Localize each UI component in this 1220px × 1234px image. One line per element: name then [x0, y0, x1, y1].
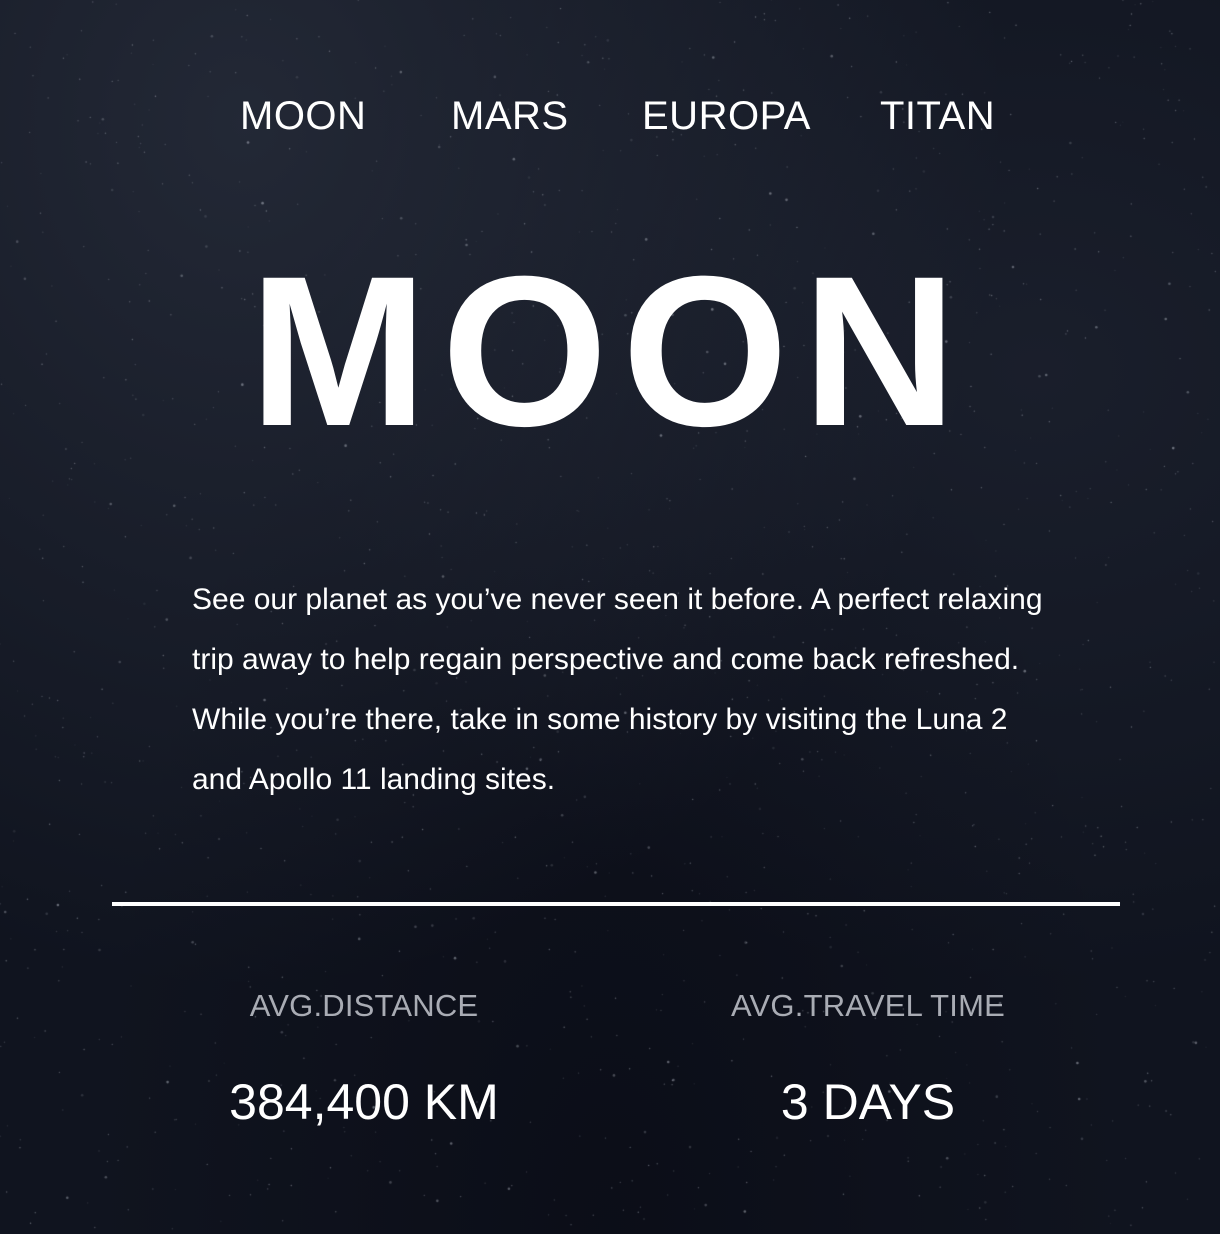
- tab-moon[interactable]: MOON: [240, 92, 366, 140]
- divider: [112, 902, 1120, 906]
- stat-travel-time: AVG.TRAVEL TIME 3 DAYS: [638, 986, 1098, 1132]
- destination-title: MOON: [249, 232, 971, 471]
- destination-nav: MOON MARS EUROPA TITAN: [0, 92, 1220, 142]
- tab-europa[interactable]: EUROPA: [642, 92, 811, 140]
- stat-distance-value: 384,400 KM: [229, 1074, 499, 1130]
- stat-distance: AVG.DISTANCE 384,400 KM: [134, 986, 594, 1132]
- destination-description: See our planet as you’ve never seen it b…: [192, 583, 1043, 796]
- stat-travel-time-value: 3 DAYS: [780, 1074, 956, 1130]
- tab-mars[interactable]: MARS: [451, 92, 569, 140]
- stat-travel-time-label: AVG.TRAVEL TIME: [730, 988, 1006, 1023]
- tab-titan[interactable]: TITAN: [880, 92, 995, 140]
- stat-distance-label: AVG.DISTANCE: [249, 988, 479, 1023]
